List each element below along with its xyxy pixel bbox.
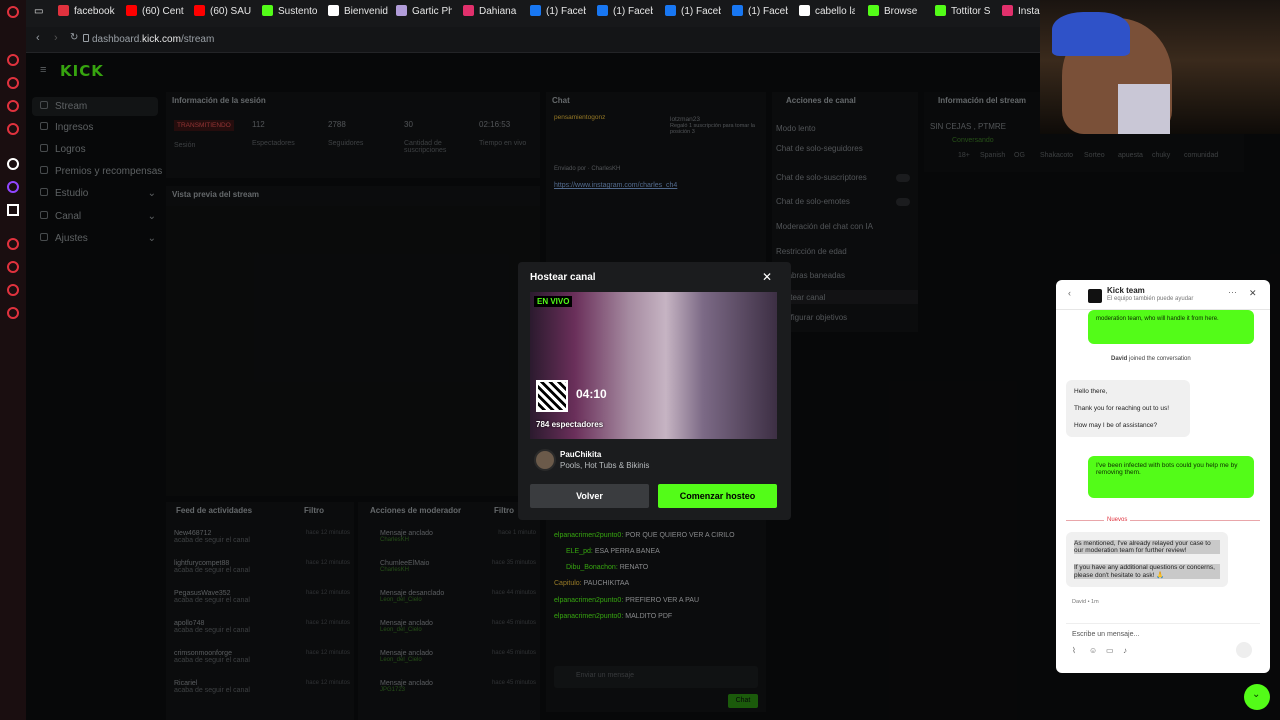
browser-tab[interactable]: facebook bbox=[58, 5, 128, 22]
start-hosting-button[interactable]: Comenzar hosteo bbox=[658, 484, 777, 508]
kick-app-icon[interactable] bbox=[7, 158, 19, 170]
browser-tab[interactable]: Sustento bbox=[262, 5, 318, 22]
channel-thumbnail[interactable]: EN VIVO 04:10 784 espectadores bbox=[530, 292, 777, 439]
new-messages-label: Nuevos bbox=[1104, 517, 1131, 523]
opera-sidebar bbox=[0, 0, 26, 720]
browser-tab[interactable]: (1) Faceb bbox=[530, 5, 586, 22]
webcam-overlay bbox=[1040, 0, 1280, 134]
back-button[interactable]: Volver bbox=[530, 484, 649, 508]
url-field[interactable]: dashboard.kick.com/stream bbox=[92, 34, 214, 45]
stream-timer: 04:10 bbox=[576, 387, 607, 401]
close-icon[interactable]: ✕ bbox=[762, 270, 772, 284]
support-chat-widget: ‹ Kick team El equipo también puede ayud… bbox=[1056, 280, 1270, 673]
sidebar-app-icon[interactable] bbox=[7, 284, 19, 296]
user-message: I've been infected with bots could you h… bbox=[1088, 456, 1254, 498]
agent-message: Hello there, Thank you for reaching out … bbox=[1066, 380, 1190, 437]
avatar bbox=[534, 449, 556, 471]
opera-logo-icon[interactable] bbox=[7, 6, 19, 18]
reload-icon[interactable]: ↻ bbox=[70, 32, 78, 43]
browser-tab[interactable]: Browse bbox=[868, 5, 924, 22]
microphone-icon[interactable]: ♪ bbox=[1123, 646, 1127, 655]
chevron-down-icon: ⌄ bbox=[1252, 689, 1261, 700]
sidebar-app-icon[interactable] bbox=[7, 238, 19, 250]
live-badge: EN VIVO bbox=[534, 296, 573, 307]
browser-tab[interactable]: Gartic Ph bbox=[396, 5, 452, 22]
support-team-name: Kick team bbox=[1107, 286, 1145, 295]
attach-icon[interactable]: ⌇ bbox=[1072, 646, 1076, 655]
joined-notice: David joined the conversation bbox=[1111, 356, 1191, 362]
gif-icon[interactable]: ▭ bbox=[1106, 646, 1114, 655]
back-icon[interactable]: ‹ bbox=[36, 32, 40, 44]
browser-tab[interactable]: Tottitor S bbox=[935, 5, 993, 22]
modal-title: Hostear canal bbox=[530, 272, 596, 283]
browser-tab[interactable]: Bienvenid bbox=[328, 5, 388, 22]
history-icon[interactable] bbox=[7, 261, 19, 273]
support-team-subtitle: El equipo también puede ayudar bbox=[1107, 296, 1194, 302]
user-message: moderation team, who will handle it from… bbox=[1088, 310, 1254, 344]
settings-icon[interactable] bbox=[7, 307, 19, 319]
x-icon[interactable] bbox=[7, 204, 19, 216]
close-icon[interactable]: ✕ bbox=[1249, 288, 1257, 299]
browser-tab[interactable]: Instag bbox=[1002, 5, 1042, 22]
twitch-icon[interactable] bbox=[7, 181, 19, 193]
browser-tab[interactable]: (60) Cent bbox=[126, 5, 196, 22]
sidebar-app-icon[interactable] bbox=[7, 123, 19, 135]
host-channel-modal: Hostear canal ✕ EN VIVO 04:10 784 espect… bbox=[518, 262, 791, 520]
support-toggle-button[interactable]: ⌄ bbox=[1244, 684, 1270, 710]
new-messages-divider bbox=[1066, 520, 1260, 521]
webcam-shirt bbox=[1118, 84, 1170, 134]
tab-menu-icon[interactable]: ▭ bbox=[34, 6, 48, 23]
sidebar-app-icon[interactable] bbox=[7, 77, 19, 89]
support-chat-header: ‹ Kick team El equipo también puede ayud… bbox=[1056, 280, 1270, 310]
browser-tab[interactable]: (1) Faceb bbox=[665, 5, 721, 22]
forward-icon[interactable]: › bbox=[54, 32, 58, 44]
more-icon[interactable]: ··· bbox=[1228, 287, 1237, 297]
lock-icon bbox=[83, 34, 89, 42]
browser-tab[interactable]: (60) SAU bbox=[194, 5, 264, 22]
send-icon[interactable] bbox=[1236, 642, 1252, 658]
browser-tab[interactable]: (1) Faceb bbox=[597, 5, 653, 22]
channel-category: Pools, Hot Tubs & Bikinis bbox=[560, 461, 650, 470]
browser-tab[interactable]: Dahiana I bbox=[463, 5, 519, 22]
emoji-icon[interactable]: ☺ bbox=[1089, 646, 1097, 655]
viewer-count: 784 espectadores bbox=[536, 420, 604, 429]
support-message-input[interactable]: Escribe un mensaje... bbox=[1072, 631, 1139, 638]
support-input-area[interactable] bbox=[1066, 623, 1260, 665]
sidebar-app-icon[interactable] bbox=[7, 54, 19, 66]
message-meta: David • 1m bbox=[1072, 599, 1099, 605]
webcam-cap bbox=[1052, 12, 1130, 56]
kick-team-logo bbox=[1088, 289, 1102, 303]
agent-message: As mentioned, I've already relayed your … bbox=[1066, 532, 1228, 587]
browser-tab[interactable]: cabello la bbox=[799, 5, 855, 22]
back-icon[interactable]: ‹ bbox=[1068, 288, 1071, 298]
browser-tab[interactable]: (1) Faceb bbox=[732, 5, 788, 22]
sidebar-app-icon[interactable] bbox=[7, 100, 19, 112]
channel-name: PauChikita bbox=[560, 450, 602, 459]
qr-code-image bbox=[536, 380, 568, 412]
